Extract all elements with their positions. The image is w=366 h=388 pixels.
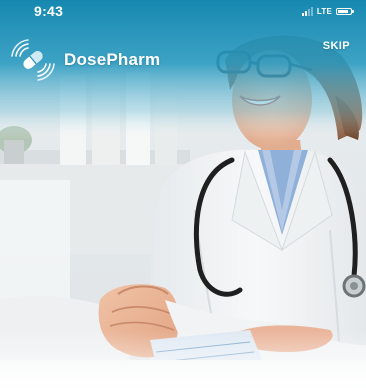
status-time: 9:43	[34, 3, 64, 19]
battery-icon	[336, 7, 354, 15]
status-indicators: LTE	[301, 5, 354, 17]
signal-icon	[301, 6, 313, 16]
network-type: LTE	[316, 6, 332, 16]
status-bar: 9:43 LTE	[0, 0, 366, 22]
signal-bar	[304, 10, 307, 16]
skip-button[interactable]: SKIP	[323, 40, 350, 52]
brand-header: DosePharm	[10, 38, 160, 82]
signal-bar	[310, 6, 313, 16]
battery-level-fill	[338, 9, 348, 13]
signal-bar	[301, 12, 304, 16]
onboarding-screen: 9:43 LTE DosePharm SKIP	[0, 0, 366, 388]
signal-bar	[307, 8, 310, 16]
pill-signal-icon	[11, 39, 55, 81]
brand-name: DosePharm	[64, 50, 161, 69]
